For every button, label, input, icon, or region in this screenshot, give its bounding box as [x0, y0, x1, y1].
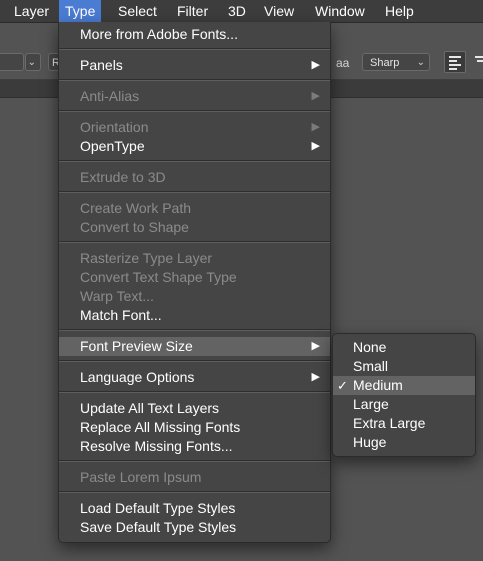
- menu-item-label: Convert Text Shape Type: [80, 269, 237, 285]
- menu-item-orientation: Orientation ▶: [59, 118, 330, 137]
- submenu-item-small[interactable]: Small: [333, 357, 475, 376]
- menu-item-resolve-missing-fonts[interactable]: Resolve Missing Fonts...: [59, 437, 330, 456]
- font-preview-size-submenu: None Small ✓ Medium Large Extra Large Hu…: [332, 333, 476, 457]
- menu-item-anti-alias: Anti-Alias ▶: [59, 87, 330, 106]
- menu-item-label: Panels: [80, 57, 123, 73]
- menu-item-label: Rasterize Type Layer: [80, 250, 213, 266]
- menu-item-update-all-text-layers[interactable]: Update All Text Layers: [59, 399, 330, 418]
- menu-item-font-preview-size[interactable]: Font Preview Size ▶: [59, 337, 330, 356]
- menu-item-label: OpenType: [80, 138, 145, 154]
- menu-separator: [59, 492, 330, 493]
- align-left-icon-line: [449, 64, 461, 66]
- type-menu: More from Adobe Fonts... Panels ▶ Anti-A…: [58, 22, 331, 543]
- menu-item-warp-text: Warp Text...: [59, 287, 330, 306]
- submenu-arrow-icon: ▶: [311, 371, 320, 383]
- submenu-item-label: Medium: [353, 377, 403, 393]
- menu-separator: [59, 330, 330, 331]
- submenu-arrow-icon: ▶: [311, 140, 320, 152]
- menu-help[interactable]: Help: [385, 0, 414, 22]
- menu-type[interactable]: Type: [59, 0, 102, 22]
- menu-item-label: Save Default Type Styles: [80, 519, 237, 535]
- menu-item-label: Load Default Type Styles: [80, 500, 236, 516]
- anti-alias-value: Sharp: [370, 57, 400, 69]
- menu-item-label: Language Options: [80, 369, 195, 385]
- submenu-arrow-icon: ▶: [311, 90, 320, 102]
- menu-separator: [59, 161, 330, 162]
- menu-item-create-work-path: Create Work Path: [59, 199, 330, 218]
- menu-item-label: Anti-Alias: [80, 88, 140, 104]
- menu-view[interactable]: View: [264, 0, 294, 22]
- menu-separator: [59, 49, 330, 50]
- menu-item-label: Paste Lorem Ipsum: [80, 469, 202, 485]
- menu-item-label: Warp Text...: [80, 288, 154, 304]
- menu-item-label: Replace All Missing Fonts: [80, 419, 241, 435]
- menu-item-extrude-to-3d: Extrude to 3D: [59, 168, 330, 187]
- align-center-button[interactable]: [470, 51, 483, 73]
- menu-item-label: Orientation: [80, 119, 149, 135]
- align-left-icon-line: [449, 60, 457, 62]
- submenu-arrow-icon: ▶: [311, 59, 320, 71]
- menu-item-label: Resolve Missing Fonts...: [80, 438, 233, 454]
- menu-separator: [59, 80, 330, 81]
- submenu-item-huge[interactable]: Huge: [333, 433, 475, 452]
- menu-item-match-font[interactable]: Match Font...: [59, 306, 330, 325]
- submenu-item-label: Extra Large: [353, 415, 426, 431]
- menu-separator: [59, 111, 330, 112]
- menu-separator: [59, 392, 330, 393]
- align-left-button[interactable]: [444, 51, 466, 73]
- menu-item-panels[interactable]: Panels ▶: [59, 56, 330, 75]
- menu-item-label: Extrude to 3D: [80, 169, 166, 185]
- chevron-down-icon: ⌄: [416, 57, 425, 68]
- menu-separator: [59, 461, 330, 462]
- anti-alias-dropdown[interactable]: Sharp ⌄: [362, 53, 430, 71]
- menu-item-label: Update All Text Layers: [80, 400, 220, 416]
- menu-3d[interactable]: 3D: [228, 0, 246, 22]
- menu-item-convert-to-shape: Convert to Shape: [59, 218, 330, 237]
- menu-item-label: More from Adobe Fonts...: [80, 26, 238, 42]
- menu-bar: Layer Type Select Filter 3D View Window …: [0, 0, 483, 23]
- menu-item-convert-text-shape-type: Convert Text Shape Type: [59, 268, 330, 287]
- font-family-dropdown[interactable]: [0, 53, 24, 71]
- chevron-down-icon: ⌄: [27, 57, 36, 68]
- menu-item-more-from-adobe-fonts[interactable]: More from Adobe Fonts...: [59, 25, 330, 44]
- menu-separator: [59, 192, 330, 193]
- anti-alias-icon: aa: [336, 56, 350, 70]
- font-family-chevron[interactable]: ⌄: [25, 53, 41, 71]
- menu-item-opentype[interactable]: OpenType ▶: [59, 137, 330, 156]
- menu-separator: [59, 361, 330, 362]
- submenu-item-large[interactable]: Large: [333, 395, 475, 414]
- menu-item-replace-all-missing-fonts[interactable]: Replace All Missing Fonts: [59, 418, 330, 437]
- menu-item-paste-lorem-ipsum: Paste Lorem Ipsum: [59, 468, 330, 487]
- menu-item-language-options[interactable]: Language Options ▶: [59, 368, 330, 387]
- align-left-icon: [449, 56, 461, 58]
- checkmark-icon: ✓: [337, 378, 348, 393]
- submenu-item-none[interactable]: None: [333, 338, 475, 357]
- menu-filter[interactable]: Filter: [177, 0, 208, 22]
- submenu-item-label: None: [353, 339, 387, 355]
- menu-select[interactable]: Select: [118, 0, 157, 22]
- submenu-item-label: Small: [353, 358, 389, 374]
- menu-item-load-default-type-styles[interactable]: Load Default Type Styles: [59, 499, 330, 518]
- menu-item-label: Match Font...: [80, 307, 162, 323]
- submenu-item-extra-large[interactable]: Extra Large: [333, 414, 475, 433]
- menu-window[interactable]: Window: [315, 0, 365, 22]
- submenu-item-medium[interactable]: ✓ Medium: [333, 376, 475, 395]
- submenu-item-label: Large: [353, 396, 389, 412]
- align-left-icon-line: [449, 68, 457, 70]
- submenu-item-label: Huge: [353, 434, 387, 450]
- menu-item-rasterize-type-layer: Rasterize Type Layer: [59, 249, 330, 268]
- menu-separator: [59, 242, 330, 243]
- align-center-icon: [475, 56, 483, 58]
- menu-item-save-default-type-styles[interactable]: Save Default Type Styles: [59, 518, 330, 537]
- submenu-arrow-icon: ▶: [311, 121, 320, 133]
- submenu-arrow-icon: ▶: [311, 340, 320, 352]
- menu-layer[interactable]: Layer: [14, 0, 49, 22]
- menu-item-label: Convert to Shape: [80, 219, 189, 235]
- menu-item-label: Font Preview Size: [80, 338, 193, 354]
- menu-item-label: Create Work Path: [80, 200, 192, 216]
- align-center-icon-line: [477, 60, 483, 62]
